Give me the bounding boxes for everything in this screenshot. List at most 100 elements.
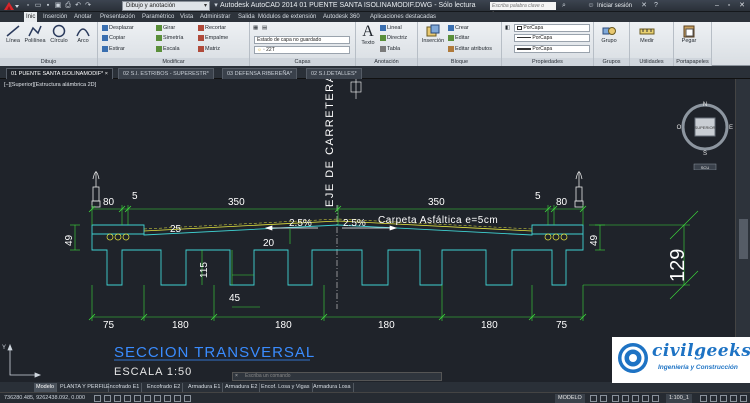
layout-tab-armadura-e1[interactable]: Armadura E1: [186, 383, 224, 392]
arc-button[interactable]: Arco: [72, 24, 94, 45]
layout-tab-planta[interactable]: PLANTA Y PERFIL: [58, 383, 110, 392]
tab-presentacion[interactable]: Presentación: [98, 12, 137, 22]
osnap-icon[interactable]: [134, 395, 141, 402]
trim-button[interactable]: Recortar: [198, 24, 226, 32]
isolate-icon[interactable]: [720, 395, 727, 402]
dyn-icon[interactable]: [164, 395, 171, 402]
linear-dim-button[interactable]: Lineal: [380, 24, 402, 32]
viewcube[interactable]: SUPERIOR N S E O SCU: [670, 100, 740, 170]
user-icon[interactable]: ☺: [587, 2, 595, 10]
maximize-button[interactable]: ▫: [724, 1, 734, 10]
help-search-input[interactable]: Escriba palabra clave o frase: [490, 2, 556, 17]
compass-south[interactable]: S: [703, 151, 707, 157]
match-properties-icon[interactable]: ◧: [505, 24, 510, 32]
tab-insercion[interactable]: Inserción: [41, 12, 69, 22]
autocad-logo-icon[interactable]: [2, 1, 20, 11]
minimize-button[interactable]: –: [712, 1, 722, 10]
move-button[interactable]: Desplazar: [102, 24, 134, 32]
tab-inicio[interactable]: Inic: [24, 12, 38, 22]
layer-state-select[interactable]: Estado de capa no guardado: [254, 36, 350, 44]
polar-icon[interactable]: [124, 395, 131, 402]
layout-tab-modelo[interactable]: Modelo: [34, 383, 58, 392]
snap-icon[interactable]: [94, 395, 101, 402]
measure-button[interactable]: Medir: [634, 24, 660, 45]
scrollbar-thumb[interactable]: [739, 219, 748, 259]
tab-autodesk-360[interactable]: Autodesk 360: [321, 12, 362, 22]
compass-north[interactable]: N: [703, 102, 707, 108]
lock-ui-icon[interactable]: [710, 395, 717, 402]
line-button[interactable]: Línea: [2, 24, 24, 45]
scale-button[interactable]: Escala: [156, 45, 180, 53]
close-icon[interactable]: ×: [105, 71, 108, 77]
layout-tab-armadura-e2[interactable]: Armadura E2: [223, 383, 261, 392]
save-icon[interactable]: ▪: [44, 2, 52, 10]
group-button[interactable]: Grupo: [596, 24, 622, 45]
ortho-icon[interactable]: [114, 395, 121, 402]
tab-modulos[interactable]: Módulos de extensión: [256, 12, 318, 22]
layer-properties-icon[interactable]: ▦: [253, 24, 258, 32]
steering-wheel-icon[interactable]: [632, 395, 639, 402]
layer-states-icon[interactable]: ▤: [262, 24, 267, 32]
edit-block-button[interactable]: Editar: [448, 34, 469, 42]
doc-tab-puente[interactable]: 01 PUENTE SANTA ISOLINAMODIF* ×: [6, 68, 113, 79]
table-button[interactable]: Tabla: [380, 45, 400, 53]
leader-button[interactable]: Directriz: [380, 34, 407, 42]
pan-icon[interactable]: [612, 395, 619, 402]
search-icon[interactable]: ⌕: [560, 2, 568, 10]
fillet-button[interactable]: Empalme: [198, 34, 228, 42]
help-icon[interactable]: ?: [652, 2, 660, 10]
edit-attributes-button[interactable]: Editar atributos: [448, 45, 492, 53]
copy-button[interactable]: Copiar: [102, 34, 125, 42]
zoom-icon[interactable]: [622, 395, 629, 402]
workspace-switch-icon[interactable]: [700, 395, 707, 402]
tab-vista[interactable]: Vista: [178, 12, 195, 22]
close-icon[interactable]: ×: [235, 373, 238, 380]
tab-parametrico[interactable]: Paramétrico: [140, 12, 176, 22]
quick-view-icon[interactable]: [600, 395, 607, 402]
layout-tab-encofrado-e1[interactable]: Encofrado E1: [104, 383, 143, 392]
close-button[interactable]: ✕: [737, 1, 747, 10]
layout-tab-encofrado-e2[interactable]: Encofrado E2: [145, 383, 184, 392]
tab-administrar[interactable]: Administrar: [198, 12, 232, 22]
layout-tab-armadura-losa[interactable]: Armadura Losa: [311, 383, 354, 392]
linetype-select[interactable]: PorCapa: [514, 34, 590, 42]
grid-icon[interactable]: [104, 395, 111, 402]
viewport-controls[interactable]: [−][Superior][Estructura alámbrica 2D]: [4, 82, 96, 88]
tab-salida[interactable]: Salida: [236, 12, 257, 22]
compass-west[interactable]: O: [677, 125, 682, 131]
new-file-icon[interactable]: ▫: [24, 2, 32, 10]
create-block-button[interactable]: Crear: [448, 24, 469, 32]
workspace-selector[interactable]: Dibujo y anotación ▾: [122, 1, 210, 11]
stretch-button[interactable]: Estirar: [102, 45, 125, 53]
exchange-icon[interactable]: ✕: [640, 2, 648, 10]
undo-icon[interactable]: ↶: [74, 2, 82, 10]
print-icon[interactable]: ⎙: [64, 2, 72, 10]
compass-east[interactable]: E: [729, 125, 733, 131]
model-space-button[interactable]: MODELO: [555, 394, 585, 403]
annotation-scale-select[interactable]: 1:100_1: [666, 394, 692, 403]
doc-tab-estribos[interactable]: 02 S.I. ESTRIBOS - SUPERESTR*: [118, 68, 214, 79]
circle-button[interactable]: Círculo: [48, 24, 70, 45]
coordinates-readout[interactable]: 736280.485, 9262438.092, 0.000: [4, 394, 85, 403]
lineweight-icon[interactable]: [174, 395, 181, 402]
color-select[interactable]: PorCapa: [514, 24, 590, 32]
text-button[interactable]: A Texto: [357, 24, 379, 47]
transparency-icon[interactable]: [184, 395, 191, 402]
layout-view-icon[interactable]: [590, 395, 597, 402]
ducs-icon[interactable]: [154, 395, 161, 402]
tab-aplicaciones[interactable]: Aplicaciones destacadas: [368, 12, 438, 22]
open-file-icon[interactable]: ▭: [34, 2, 42, 10]
rotate-button[interactable]: Girar: [156, 24, 175, 32]
quick-access-menu-icon[interactable]: ▾: [212, 2, 220, 10]
insert-block-button[interactable]: Inserción: [420, 24, 446, 45]
annotation-visibility-icon[interactable]: [652, 395, 659, 402]
otrack-icon[interactable]: [144, 395, 151, 402]
show-motion-icon[interactable]: [642, 395, 649, 402]
mirror-button[interactable]: Simetría: [156, 34, 183, 42]
tab-anotar[interactable]: Anotar: [72, 12, 94, 22]
doc-tab-detalles[interactable]: 02 S.I.DETALLES*: [306, 68, 362, 79]
doc-tab-defensa[interactable]: 03 DEFENSA RIBEREÑA*: [222, 68, 298, 79]
array-button[interactable]: Matriz: [198, 45, 220, 53]
current-layer-select[interactable]: ☼ ▫ 22T: [254, 46, 350, 54]
save-as-icon[interactable]: ▣: [54, 2, 62, 10]
